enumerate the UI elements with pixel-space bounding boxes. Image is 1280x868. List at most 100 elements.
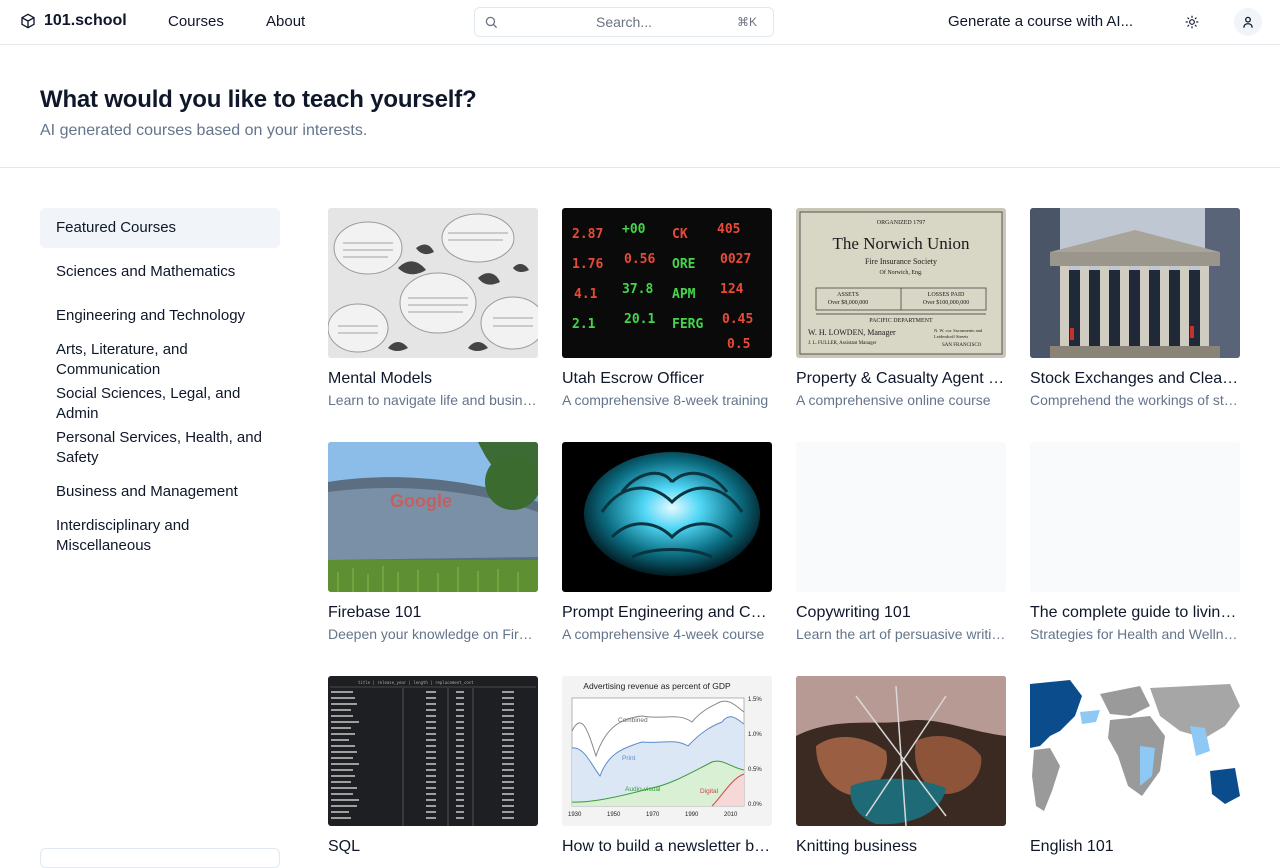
course-title: Firebase 101 [328, 604, 422, 621]
ad-chart-label-print: Print [622, 755, 636, 762]
svg-text:2.87: 2.87 [572, 227, 603, 242]
course-thumbnail: Advertising revenue as percent of GDP Co… [562, 676, 772, 826]
norwich-assets-label: ASSETS [837, 292, 859, 298]
norwich-place-text: Of Norwich, Eng. [880, 269, 923, 276]
course-card-firebase[interactable]: Google Firebase 101 Deepen your knowledg… [328, 442, 538, 643]
search-placeholder: Search... [595, 14, 653, 30]
sidebar-item-sciences[interactable]: Sciences and Mathematics [40, 252, 280, 292]
course-thumbnail: Google [328, 442, 538, 592]
course-card-newsletter[interactable]: Advertising revenue as percent of GDP Co… [562, 676, 772, 860]
course-description: A comprehensive 4-week course [562, 626, 765, 642]
course-card-english[interactable]: English 101 [1030, 676, 1240, 860]
ad-chart-title: Advertising revenue as percent of GDP [583, 681, 731, 691]
sql-header-text: title | release_year | length | replacem… [358, 680, 474, 685]
generate-course-link[interactable]: Generate a course with AI... [948, 13, 1133, 30]
course-title: English 101 [1030, 838, 1114, 855]
brand-link[interactable]: 101.school [20, 12, 127, 30]
course-description: A comprehensive online course [796, 392, 991, 408]
search-shortcut: ⌘K [736, 15, 757, 29]
hero-section: What would you like to teach yourself? A… [0, 45, 1280, 168]
user-menu-button[interactable] [1234, 8, 1262, 36]
course-description: Strategies for Health and Wellness [1030, 626, 1240, 642]
cube-icon [21, 13, 35, 29]
ad-chart-x-tick: 1990 [685, 812, 699, 818]
norwich-city-text: SAN FRANCISCO [942, 343, 982, 348]
course-thumbnail [562, 442, 772, 592]
advertising-chart-image: Advertising revenue as percent of GDP Co… [562, 676, 772, 826]
course-title: Mental Models [328, 370, 433, 387]
svg-text:405: 405 [717, 222, 740, 237]
course-thumbnail: 2.87 1.76 4.1 2.1 +00 0.56 37.8 20.1 CK … [562, 208, 772, 358]
user-icon [1243, 16, 1253, 28]
course-title: How to build a newsletter business [562, 838, 772, 855]
norwich-losses-label: LOSSES PAID [928, 292, 965, 298]
norwich-manager-text: W. H. LOWDEN, Manager [808, 328, 896, 337]
nav-courses-link[interactable]: Courses [168, 13, 224, 30]
svg-text:CK: CK [672, 227, 688, 242]
course-thumbnail: ORGANIZED 1797 The Norwich Union Fire In… [796, 208, 1006, 358]
nav-about-link[interactable]: About [266, 13, 305, 30]
ad-chart-x-tick: 1970 [646, 812, 660, 818]
ad-chart-y-tick: 0.0% [748, 802, 762, 808]
norwich-losses-value: Over $100,000,000 [923, 299, 970, 306]
course-thumbnail [796, 676, 1006, 826]
sidebar-item-personal-services[interactable]: Personal Services, Health, and Safety [40, 428, 280, 468]
course-card-utah-escrow[interactable]: 2.87 1.76 4.1 2.1 +00 0.56 37.8 20.1 CK … [562, 208, 772, 409]
course-thumbnail: title | release_year | length | replacem… [328, 676, 538, 826]
knitting-hands-image [796, 676, 1006, 826]
svg-text:0.5: 0.5 [727, 337, 750, 352]
course-thumbnail [1030, 208, 1240, 358]
course-card-living-longer[interactable]: The complete guide to living longer Stra… [1030, 442, 1240, 643]
svg-text:1.76: 1.76 [572, 257, 603, 272]
svg-text:2.1: 2.1 [572, 317, 596, 332]
ticker-board-image: 2.87 1.76 4.1 2.1 +00 0.56 37.8 20.1 CK … [562, 208, 772, 358]
norwich-addr1-text: N. W. cor. Sacramento and [934, 328, 983, 333]
course-title: Copywriting 101 [796, 604, 911, 621]
course-description: Deepen your knowledge on Firebase [328, 626, 538, 642]
course-thumbnail [328, 208, 538, 358]
course-thumbnail-placeholder [796, 442, 1006, 592]
sidebar-item-interdisciplinary[interactable]: Interdisciplinary and Miscellaneous [40, 516, 280, 556]
ad-chart-x-tick: 1950 [607, 812, 621, 818]
svg-text:0027: 0027 [720, 252, 751, 267]
norwich-society-text: Fire Insurance Society [865, 257, 937, 266]
course-card-property-casualty[interactable]: ORGANIZED 1797 The Norwich Union Fire In… [796, 208, 1006, 409]
course-title: Prompt Engineering and ChatGPT [562, 604, 772, 621]
svg-text:0.56: 0.56 [624, 252, 655, 267]
course-card-stock-exchanges[interactable]: Stock Exchanges and Clearing Houses Comp… [1030, 208, 1240, 409]
course-card-mental-models[interactable]: Mental Models Learn to navigate life and… [328, 208, 538, 409]
course-card-knitting[interactable]: Knitting business [796, 676, 1006, 860]
svg-text:37.8: 37.8 [622, 282, 653, 297]
sidebar-item-featured[interactable]: Featured Courses [40, 208, 280, 248]
sidebar-bottom-control[interactable] [40, 848, 280, 868]
engraving-image [328, 208, 538, 358]
svg-text:124: 124 [720, 282, 744, 297]
svg-text:0.45: 0.45 [722, 312, 753, 327]
ad-chart-label-combined: Combined [618, 717, 648, 724]
google-sign-text: Google [390, 491, 452, 511]
world-map-image [1030, 676, 1240, 826]
course-card-sql[interactable]: title | release_year | length | replacem… [328, 676, 538, 860]
sidebar-item-engineering[interactable]: Engineering and Technology [40, 296, 280, 336]
course-description: Learn to navigate life and business [328, 392, 538, 408]
sidebar-item-arts[interactable]: Arts, Literature, and Communication [40, 340, 280, 380]
course-title: SQL [328, 838, 361, 855]
ad-chart-x-tick: 1930 [568, 812, 582, 818]
theme-toggle-button[interactable] [1178, 8, 1206, 36]
norwich-dept-text: PACIFIC DEPARTMENT [869, 318, 933, 324]
sidebar-item-business[interactable]: Business and Management [40, 472, 280, 512]
course-title: Utah Escrow Officer [562, 370, 704, 387]
norwich-addr2-text: Leidesdorff Streets [934, 334, 969, 339]
insurance-ad-image: ORGANIZED 1797 The Norwich Union Fire In… [796, 208, 1006, 358]
sidebar-item-social-sciences[interactable]: Social Sciences, Legal, and Admin [40, 384, 280, 424]
norwich-badge-text: ORGANIZED 1797 [877, 220, 926, 226]
ad-chart-y-tick: 0.5% [748, 767, 762, 773]
course-title: Stock Exchanges and Clearing Houses [1030, 370, 1240, 387]
norwich-name-text: The Norwich Union [833, 234, 970, 253]
course-card-copywriting[interactable]: Copywriting 101 Learn the art of persuas… [796, 442, 1006, 643]
search-button[interactable]: Search... ⌘K [474, 7, 774, 37]
svg-text:ORE: ORE [672, 257, 695, 272]
course-card-prompt-engineering[interactable]: Prompt Engineering and ChatGPT A compreh… [562, 442, 772, 643]
top-navigation-bar: 101.school Courses About Search... ⌘K Ge… [0, 0, 1280, 45]
ad-chart-x-tick: 2010 [724, 812, 738, 818]
